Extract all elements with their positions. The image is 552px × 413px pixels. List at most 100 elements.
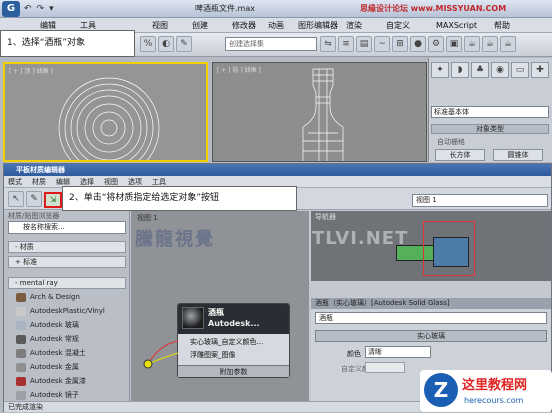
node-header: 酒瓶 Autodesk... bbox=[178, 304, 289, 334]
front-viewport[interactable]: [ + ] 前 ] 线框 ] bbox=[212, 62, 427, 162]
selection-set-dropdown[interactable]: 创建选择集 bbox=[225, 37, 317, 51]
material-name-input[interactable]: 酒瓶 bbox=[315, 312, 547, 324]
view-dropdown[interactable]: 视图 1 bbox=[412, 194, 548, 207]
align-icon[interactable]: ≡ bbox=[338, 36, 354, 52]
undo-icon[interactable]: ↶ bbox=[24, 2, 32, 16]
select-tool-icon[interactable]: ↖ bbox=[8, 191, 24, 207]
menu-maxscript[interactable]: MAXScript bbox=[436, 19, 477, 32]
right-watermark: TLVI.NET bbox=[312, 228, 409, 249]
qat-dropdown-icon[interactable]: ▾ bbox=[49, 2, 54, 16]
primitive-type-dropdown[interactable]: 标准基本体 bbox=[431, 106, 549, 118]
create-tab-icon[interactable]: ✦ bbox=[431, 62, 449, 78]
material-thumbnail bbox=[182, 307, 204, 329]
forum-watermark: 思缘设计论坛 www.MISSYUAN.COM bbox=[360, 4, 507, 13]
render-production-icon[interactable]: ☕ bbox=[482, 36, 498, 52]
schematic-icon[interactable]: ⊞ bbox=[392, 36, 408, 52]
custom-color-swatch[interactable] bbox=[365, 362, 405, 373]
site-logo-icon: Z bbox=[424, 373, 458, 407]
material-swatch-icon bbox=[16, 391, 26, 400]
render-setup-icon[interactable]: ⚙ bbox=[428, 36, 444, 52]
app-logo-icon[interactable]: G bbox=[2, 1, 20, 17]
menu-animation[interactable]: 动画 bbox=[268, 19, 284, 32]
material-swatch-icon bbox=[16, 321, 26, 330]
category-materials[interactable]: - 材质 bbox=[8, 241, 126, 253]
assign-material-to-selection-icon[interactable]: ⇲ bbox=[44, 192, 62, 208]
sme-menu-material[interactable]: 材质 bbox=[32, 177, 46, 187]
category-mental-ray[interactable]: - mental ray bbox=[8, 277, 126, 289]
render-frame-icon[interactable]: ▣ bbox=[446, 36, 462, 52]
browser-search-input[interactable]: 按名称搜索... bbox=[8, 221, 126, 234]
curve-editor-icon[interactable]: ~ bbox=[374, 36, 390, 52]
bottle-front-view bbox=[302, 68, 344, 161]
center-watermark: 騰龍視覺 bbox=[135, 229, 215, 250]
material-editor-icon[interactable]: ● bbox=[410, 36, 426, 52]
material-list-item[interactable]: Autodesk 常规 bbox=[14, 333, 126, 346]
material-list-item[interactable]: Autodesk 金属 bbox=[14, 361, 126, 374]
site-logo: Z 这里教程网 herecours.com bbox=[420, 370, 552, 412]
edit-named-sel-icon[interactable]: ✎ bbox=[176, 36, 192, 52]
mirror-icon[interactable]: ⇋ bbox=[320, 36, 336, 52]
category-standard[interactable]: + 标准 bbox=[8, 256, 126, 268]
parameter-title: 酒瓶（实心玻璃）[Autodesk Solid Glass] bbox=[311, 298, 551, 309]
material-list-item[interactable]: Arch & Design bbox=[14, 291, 126, 304]
browser-label: 材质/贴图浏览器 bbox=[8, 212, 60, 220]
material-list-item[interactable]: Autodesk 混凝土 bbox=[14, 347, 126, 360]
object-type-rollout[interactable]: 对象类型 bbox=[431, 124, 549, 134]
command-panel-tabs: ✦ ◗ ♣ ◉ ▭ ✚ bbox=[431, 62, 551, 78]
top-viewport[interactable]: [ + ] 顶 ] 线框 ] bbox=[3, 62, 208, 162]
material-swatch-icon bbox=[16, 377, 26, 386]
site-title: 这里教程网 bbox=[462, 378, 528, 393]
motion-tab-icon[interactable]: ◉ bbox=[491, 62, 509, 78]
material-list-item[interactable]: AutodeskPlastic/Vinyl bbox=[14, 305, 126, 318]
material-swatch-icon bbox=[16, 307, 26, 316]
sme-title: 平板材质编辑器 bbox=[4, 164, 551, 176]
solid-glass-rollout[interactable]: 实心玻璃 bbox=[315, 330, 547, 342]
render-active-icon[interactable]: ☕ bbox=[500, 36, 516, 52]
step1-callout: 1、选择“酒瓶”对象 bbox=[0, 30, 135, 57]
autogrid-checkbox[interactable]: 自动栅格 bbox=[437, 137, 465, 147]
command-panel: ✦ ◗ ♣ ◉ ▭ ✚ 标准基本体 对象类型 自动栅格 长方体 圆锥体 bbox=[428, 58, 552, 162]
menu-views[interactable]: 视图 bbox=[152, 19, 168, 32]
modify-tab-icon[interactable]: ◗ bbox=[451, 62, 469, 78]
cone-button[interactable]: 圆锥体 bbox=[493, 149, 543, 161]
menu-help[interactable]: 帮助 bbox=[494, 19, 510, 32]
material-swatch-icon bbox=[16, 349, 26, 358]
menu-modifiers[interactable]: 修改器 bbox=[232, 19, 256, 32]
material-list-label: Autodesk 金属 bbox=[30, 363, 79, 371]
spinner-snap-icon[interactable]: ◐ bbox=[158, 36, 174, 52]
hierarchy-tab-icon[interactable]: ♣ bbox=[471, 62, 489, 78]
step2-callout: 2、单击“将材质指定给选定对象”按钮 bbox=[62, 186, 297, 211]
utilities-tab-icon[interactable]: ✚ bbox=[531, 62, 549, 78]
material-list-label: AutodeskPlastic/Vinyl bbox=[30, 307, 105, 315]
render-icon[interactable]: ☕ bbox=[464, 36, 480, 52]
menu-customize[interactable]: 自定义 bbox=[386, 19, 410, 32]
material-list-label: Autodesk 常规 bbox=[30, 335, 79, 343]
title-bar: G ↶ ↷ ▾ 啤酒瓶文件.max 思缘设计论坛 www.MISSYUAN.CO… bbox=[0, 0, 552, 18]
sme-menu-mode[interactable]: 模式 bbox=[8, 177, 22, 187]
quick-access-toolbar: ↶ ↷ ▾ bbox=[24, 2, 154, 16]
display-tab-icon[interactable]: ▭ bbox=[511, 62, 529, 78]
menu-graph-editors[interactable]: 图形编辑器 bbox=[298, 19, 338, 32]
menu-rendering[interactable]: 渲染 bbox=[346, 19, 362, 32]
site-url: herecours.com bbox=[464, 396, 524, 405]
navigator-viewport-frame[interactable] bbox=[423, 221, 475, 276]
box-button[interactable]: 长方体 bbox=[435, 149, 485, 161]
material-swatch-icon bbox=[16, 293, 26, 302]
node-type: Autodesk... bbox=[208, 319, 260, 328]
color-dropdown[interactable]: 清晰 bbox=[365, 346, 431, 358]
material-list-item[interactable]: Autodesk 金属漆 bbox=[14, 375, 126, 388]
material-list-label: Autodesk 玻璃 bbox=[30, 321, 79, 329]
material-list-label: Arch & Design bbox=[30, 293, 80, 301]
material-map-browser: 材质/贴图浏览器 按名称搜索... - 材质 + 标准 - mental ray… bbox=[4, 211, 130, 401]
node-wires bbox=[143, 340, 179, 369]
layer-icon[interactable]: ▤ bbox=[356, 36, 372, 52]
material-swatch-icon bbox=[16, 335, 26, 344]
redo-icon[interactable]: ↷ bbox=[37, 2, 45, 16]
document-title: 啤酒瓶文件.max bbox=[195, 4, 255, 13]
material-list-label: Autodesk 混凝土 bbox=[30, 349, 86, 357]
material-swatch-icon bbox=[16, 363, 26, 372]
percent-snap-icon[interactable]: % bbox=[140, 36, 156, 52]
material-list-item[interactable]: Autodesk 玻璃 bbox=[14, 319, 126, 332]
menu-create[interactable]: 创建 bbox=[192, 19, 208, 32]
pick-material-icon[interactable]: ✎ bbox=[26, 191, 42, 207]
